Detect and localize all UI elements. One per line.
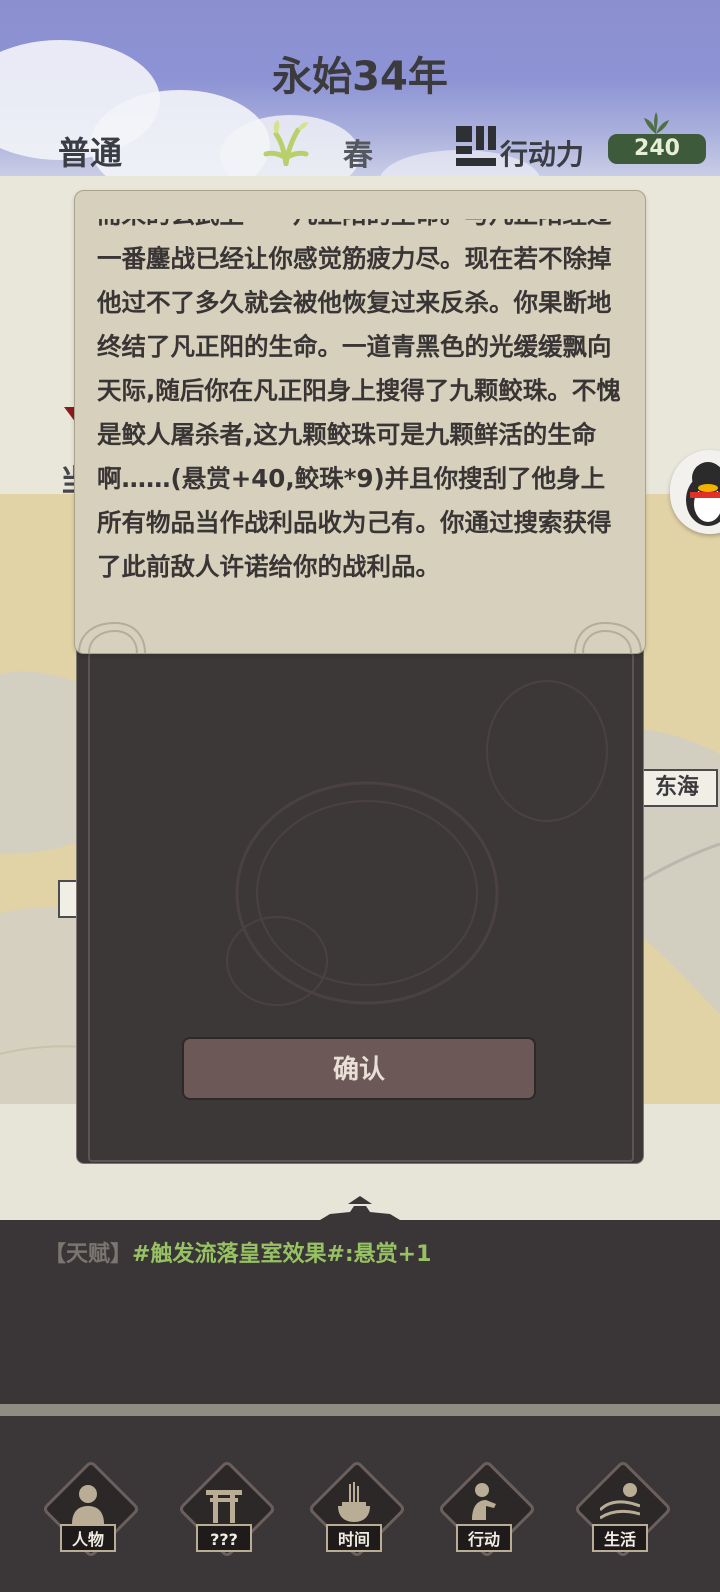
person-icon xyxy=(72,1485,104,1524)
nav-label-unknown: ??? xyxy=(196,1524,252,1552)
nav-item-person[interactable]: 人物 xyxy=(40,1459,141,1570)
year-title: 永始34年 xyxy=(272,54,448,100)
nav-label-time: 时间 xyxy=(326,1524,382,1552)
leaf-icon xyxy=(644,112,669,134)
dialog-text-panel[interactable]: 而来的玄武卫——凡正阳的生命。与凡正阳经过一番鏖战已经让你感觉筋疲力尽。现在若不… xyxy=(74,190,646,654)
log-expand-handle[interactable] xyxy=(310,1196,410,1220)
top-header: 永始34年 普通 春 行动力 240 xyxy=(0,0,720,176)
nav-label-person: 人物 xyxy=(60,1524,116,1552)
nav-item-time[interactable]: 时间 xyxy=(306,1459,407,1570)
nav-label-action: 行动 xyxy=(456,1524,512,1552)
confirm-button[interactable]: 确认 xyxy=(182,1037,536,1100)
paper-corner-decoration xyxy=(78,621,642,653)
season-label: 春 xyxy=(343,138,373,173)
log-entry-text: #触发流落皇室效果#:悬赏+1 xyxy=(132,1242,432,1267)
landscape-sun-icon xyxy=(600,1483,640,1520)
incense-burner-icon xyxy=(338,1482,370,1522)
action-figure-icon xyxy=(472,1483,496,1520)
nav-divider xyxy=(0,1404,720,1416)
log-entry-tag: 【天赋】 xyxy=(44,1242,133,1267)
spring-sprout-icon xyxy=(263,120,309,166)
penguin-icon xyxy=(686,462,720,526)
dialog-text-scroll[interactable]: 而来的玄武卫——凡正阳的生命。与凡正阳经过一番鏖战已经让你感觉筋疲力尽。现在若不… xyxy=(75,219,645,649)
qq-avatar-button[interactable] xyxy=(670,450,720,534)
shrine-gate-icon xyxy=(206,1490,242,1523)
log-entry: 【天赋】#触发流落皇室效果#:悬赏+1 xyxy=(44,1236,431,1268)
nav-label-life: 生活 xyxy=(592,1524,648,1552)
action-points-label: 行动力 xyxy=(500,138,585,171)
map-label-east-sea[interactable]: 东海 xyxy=(636,769,718,807)
nav-item-life[interactable]: 生活 xyxy=(572,1459,673,1570)
difficulty-label: 普通 xyxy=(58,134,123,172)
dialog-message: 而来的玄武卫——凡正阳的生命。与凡正阳经过一番鏖战已经让你感觉筋疲力尽。现在若不… xyxy=(97,219,621,581)
nav-item-action[interactable]: 行动 xyxy=(436,1459,537,1570)
nav-item-unknown[interactable]: ??? xyxy=(176,1459,277,1570)
action-points-value: 240 xyxy=(608,134,706,164)
action-points-icon xyxy=(456,126,496,166)
